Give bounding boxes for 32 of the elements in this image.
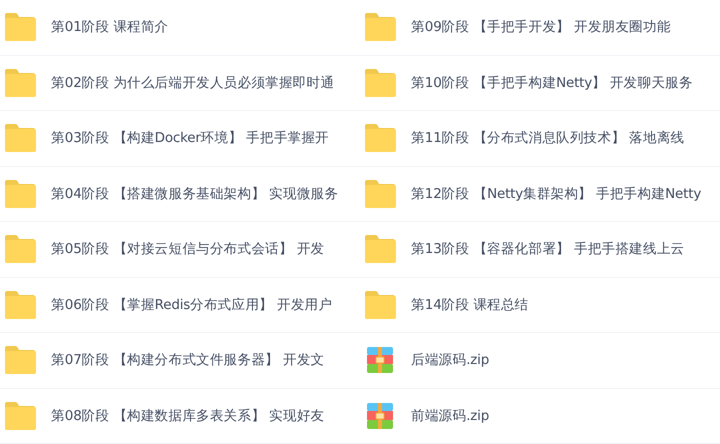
file-name[interactable]: 第02阶段 为什么后端开发人员必须掌握即时通 xyxy=(51,74,334,92)
file-name[interactable]: 第12阶段 【Netty集群架构】 手把手构建Netty xyxy=(411,184,702,203)
folder-icon xyxy=(364,124,396,152)
folder-icon xyxy=(364,235,396,264)
folder-icon xyxy=(4,68,36,97)
folder-icon xyxy=(4,124,36,152)
folder-icon xyxy=(364,290,396,319)
file-name[interactable]: 第10阶段 【手把手构建Netty】 开发聊天服务 xyxy=(411,74,693,92)
folder-icon xyxy=(364,13,396,42)
file-name[interactable]: 后端源码.zip xyxy=(411,351,490,370)
archive-icon xyxy=(364,402,396,430)
file-name[interactable]: 第01阶段 课程简介 xyxy=(51,18,168,36)
folder-icon xyxy=(4,180,36,208)
file-name[interactable]: 第03阶段 【构建Docker环境】 手把手掌握开 xyxy=(51,129,330,148)
file-name[interactable]: 第14阶段 课程总结 xyxy=(411,296,528,314)
archive-icon xyxy=(364,346,396,374)
file-name[interactable]: 前端源码.zip xyxy=(411,406,490,425)
folder-icon xyxy=(364,68,396,97)
file-name[interactable]: 第13阶段 【容器化部署】 手把手搭建线上云 xyxy=(411,240,684,258)
file-name[interactable]: 第04阶段 【搭建微服务基础架构】 实现微服务 xyxy=(51,184,338,203)
folder-icon xyxy=(364,180,396,208)
folder-icon xyxy=(4,402,36,430)
file-name[interactable]: 第09阶段 【手把手开发】 开发朋友圈功能 xyxy=(411,18,671,36)
folder-icon xyxy=(4,13,36,42)
folder-icon xyxy=(4,235,36,264)
file-name[interactable]: 第11阶段 【分布式消息队列技术】 落地离线 xyxy=(411,129,684,148)
folder-icon xyxy=(4,346,36,374)
folder-icon xyxy=(4,290,36,319)
file-name[interactable]: 第06阶段 【掌握Redis分布式应用】 开发用户 xyxy=(51,296,332,314)
file-name[interactable]: 第08阶段 【构建数据库多表关系】 实现好友 xyxy=(51,406,324,425)
file-name[interactable]: 第07阶段 【构建分布式文件服务器】 开发文 xyxy=(51,351,324,370)
file-name[interactable]: 第05阶段 【对接云短信与分布式会话】 开发 xyxy=(51,240,324,258)
